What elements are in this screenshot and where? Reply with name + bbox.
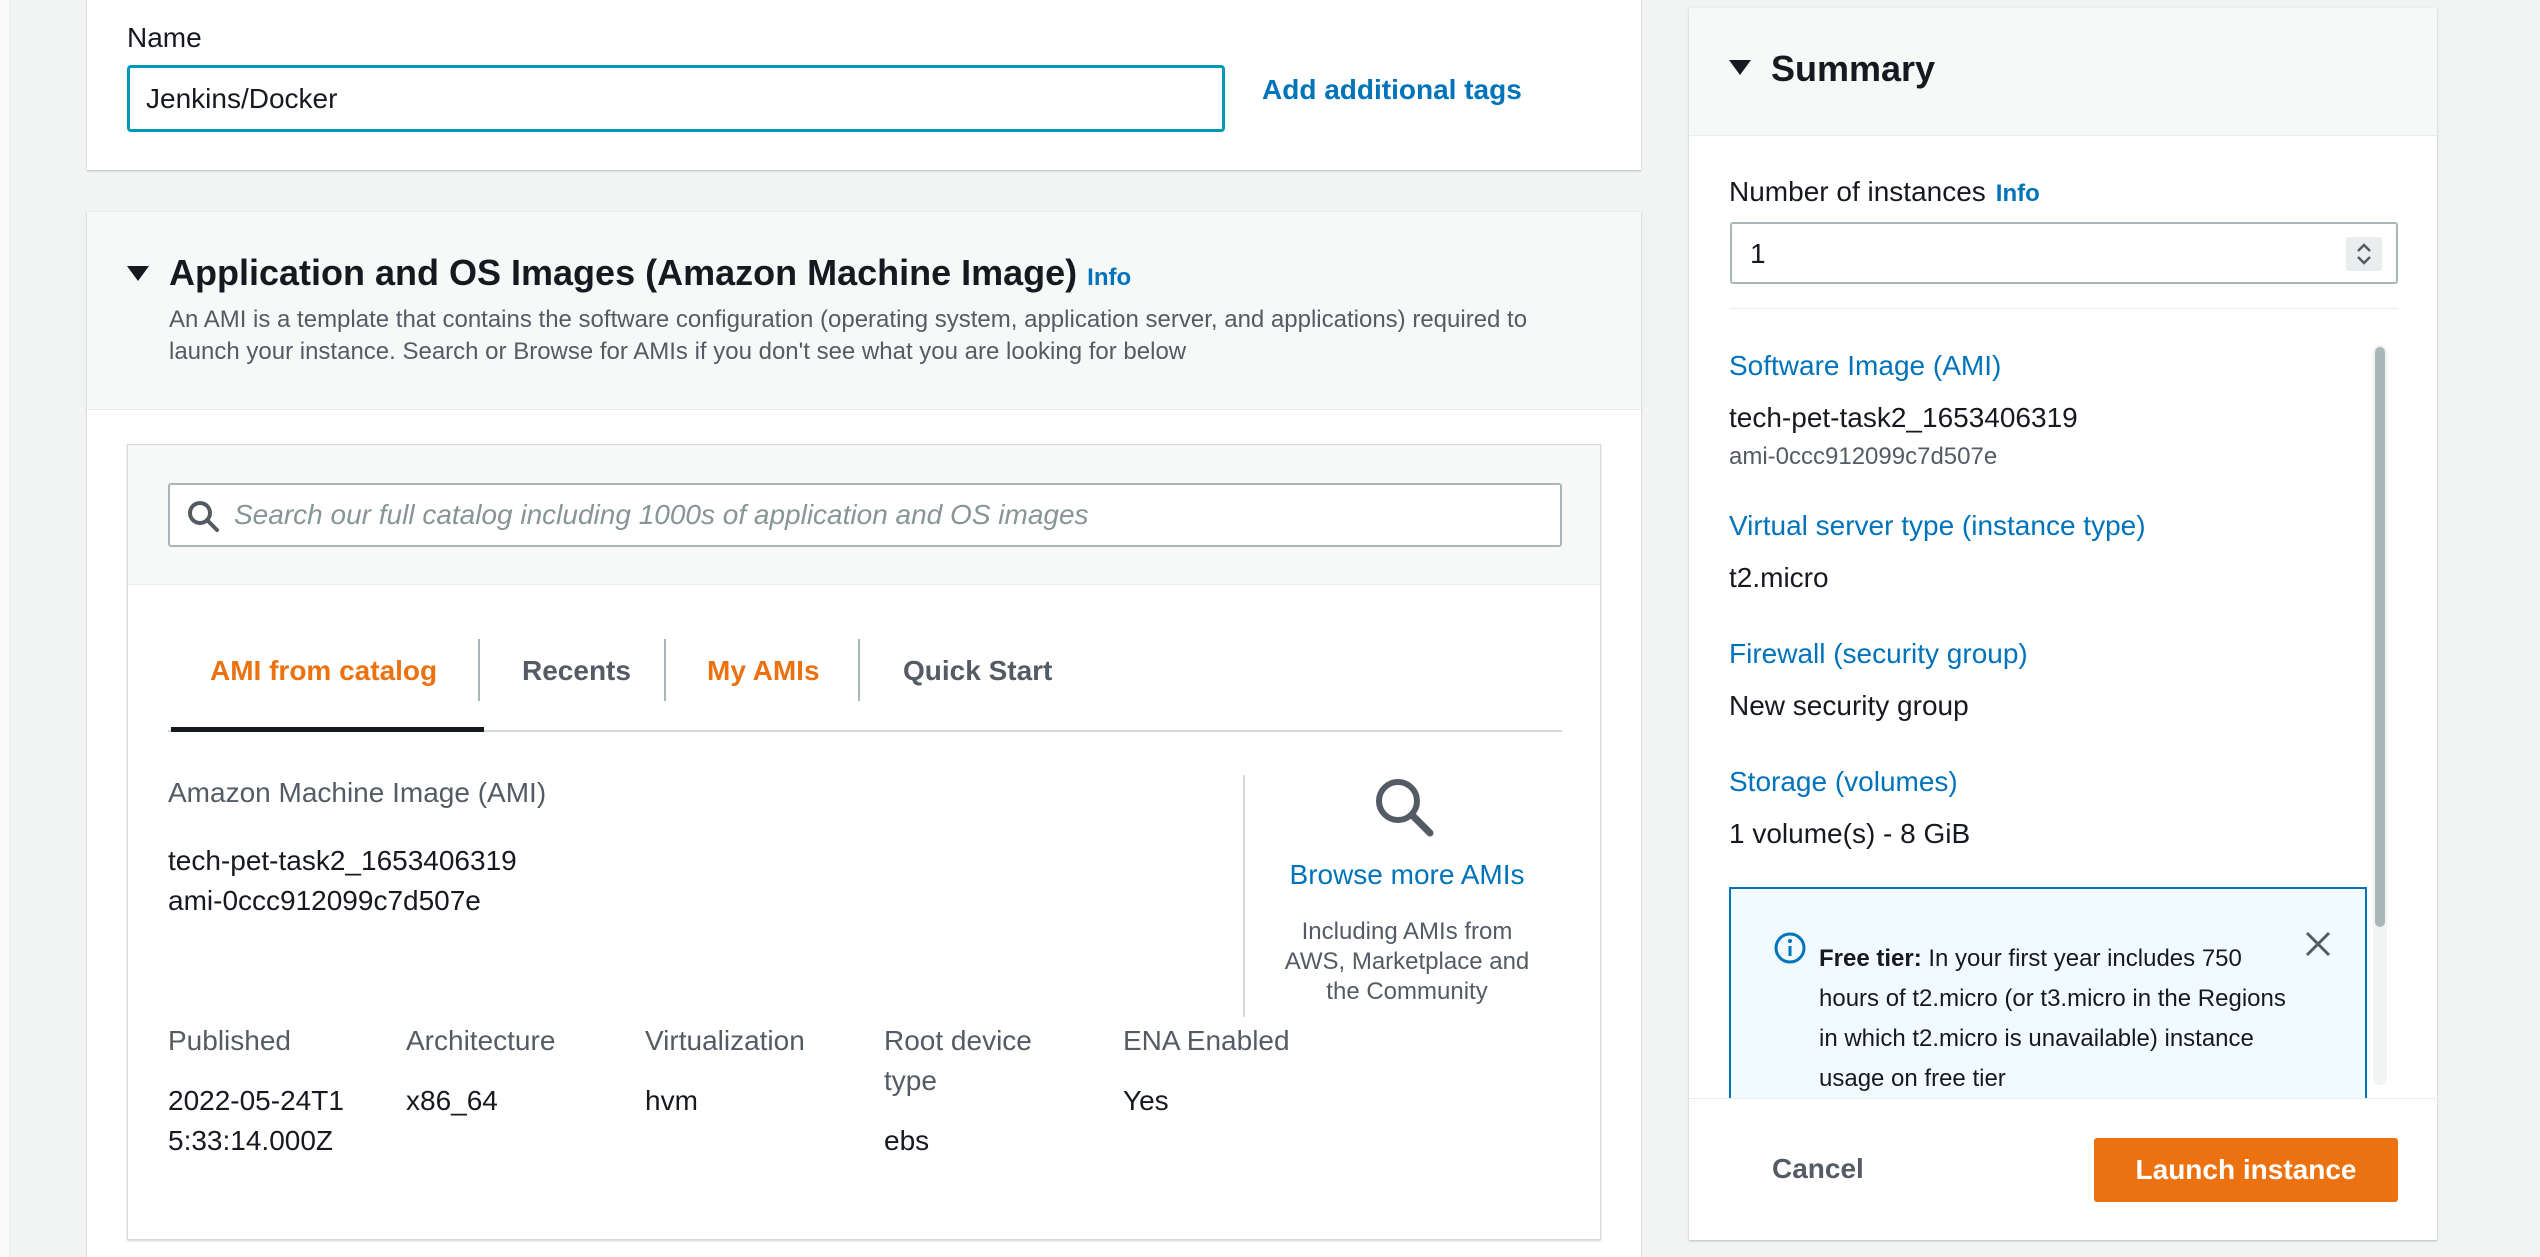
summary-title: Summary bbox=[1771, 48, 1936, 89]
launch-instance-button[interactable]: Launch instance bbox=[2094, 1138, 2398, 1202]
search-strip: Search our full catalog including 1000s … bbox=[128, 445, 1600, 585]
ami-selector-container: Search our full catalog including 1000s … bbox=[127, 444, 1601, 1240]
firewall-value: New security group bbox=[1729, 690, 1969, 721]
summary-header: Summary bbox=[1689, 8, 2437, 136]
instance-type-link[interactable]: Virtual server type (instance type) bbox=[1729, 510, 2146, 542]
architecture-value: x86_64 bbox=[406, 1085, 498, 1116]
root-device-label-line-2: type bbox=[884, 1065, 937, 1096]
magnifier-icon[interactable] bbox=[1372, 775, 1436, 839]
instances-value: 1 bbox=[1750, 238, 1766, 269]
cancel-button[interactable]: Cancel bbox=[1772, 1153, 1864, 1185]
tab-separator bbox=[478, 639, 480, 701]
selected-ami-name: tech-pet-task2_1653406319 bbox=[168, 845, 517, 876]
ami-description-line-1: An AMI is a template that contains the s… bbox=[169, 306, 1528, 333]
chevron-up-down-icon bbox=[2357, 243, 2371, 265]
info-circle-icon bbox=[1774, 932, 1806, 964]
ami-section-title-text: Application and OS Images (Amazon Machin… bbox=[169, 252, 1078, 293]
search-icon bbox=[188, 501, 219, 532]
summary-scrollbar-thumb[interactable] bbox=[2375, 347, 2385, 927]
ami-section-header: Application and OS Images (Amazon Machin… bbox=[87, 212, 1641, 410]
instances-info-link[interactable]: Info bbox=[1996, 180, 2040, 207]
firewall-link[interactable]: Firewall (security group) bbox=[1729, 638, 2028, 670]
tab-my-amis[interactable]: My AMIs bbox=[707, 655, 820, 687]
browse-divider bbox=[1243, 775, 1245, 1017]
virtualization-label: Virtualization bbox=[645, 1025, 805, 1056]
free-tier-title: Free tier: bbox=[1819, 945, 1922, 972]
storage-value: 1 volume(s) - 8 GiB bbox=[1729, 818, 1971, 849]
selected-ami-id: ami-0ccc912099c7d507e bbox=[168, 885, 481, 916]
browse-note-line-1: Including AMIs from bbox=[1301, 918, 1513, 945]
browse-note-line-3: the Community bbox=[1326, 978, 1488, 1005]
ami-panel: Application and OS Images (Amazon Machin… bbox=[87, 212, 1641, 1257]
ena-enabled-label: ENA Enabled bbox=[1123, 1025, 1290, 1056]
architecture-label: Architecture bbox=[406, 1025, 556, 1056]
software-image-link[interactable]: Software Image (AMI) bbox=[1729, 350, 2001, 382]
published-label: Published bbox=[168, 1025, 291, 1056]
instance-type-value: t2.micro bbox=[1729, 562, 1829, 593]
add-additional-tags-link[interactable]: Add additional tags bbox=[1262, 74, 1522, 106]
summary-collapse-caret-icon[interactable] bbox=[1729, 60, 1751, 75]
virtualization-value: hvm bbox=[645, 1085, 698, 1116]
summary-divider bbox=[1730, 308, 2398, 309]
search-placeholder: Search our full catalog including 1000s … bbox=[234, 499, 1089, 530]
number-of-instances-stepper[interactable]: 1 bbox=[1730, 222, 2398, 284]
name-panel: Name Jenkins/Docker Add additional tags bbox=[87, 0, 1641, 170]
root-device-value: ebs bbox=[884, 1125, 930, 1156]
tab-ami-from-catalog[interactable]: AMI from catalog bbox=[210, 655, 437, 687]
close-icon[interactable] bbox=[2303, 929, 2333, 959]
ami-label: Amazon Machine Image (AMI) bbox=[168, 777, 547, 808]
ami-section-title: Application and OS Images (Amazon Machin… bbox=[169, 252, 1131, 294]
free-tier-text: Free tier: In your first year includes 7… bbox=[1819, 939, 2289, 1099]
root-device-label-line-1: Root device bbox=[884, 1025, 1032, 1056]
stepper-arrows[interactable] bbox=[2346, 237, 2382, 271]
tab-separator bbox=[664, 639, 666, 701]
ami-info-link[interactable]: Info bbox=[1087, 264, 1131, 291]
ami-description: An AMI is a template that contains the s… bbox=[169, 304, 1609, 368]
software-image-name: tech-pet-task2_1653406319 bbox=[1729, 402, 2078, 433]
storage-link[interactable]: Storage (volumes) bbox=[1729, 766, 1958, 798]
name-input[interactable]: Jenkins/Docker bbox=[127, 65, 1225, 132]
tab-separator bbox=[858, 639, 860, 701]
number-of-instances-label: Number of instances Info bbox=[1729, 176, 2040, 208]
selected-tab-indicator bbox=[171, 727, 484, 732]
name-label: Name bbox=[127, 22, 202, 53]
ami-search-input[interactable]: Search our full catalog including 1000s … bbox=[168, 483, 1562, 547]
published-value-line-1: 2022-05-24T1 bbox=[168, 1085, 344, 1116]
number-of-instances-label-text: Number of instances bbox=[1729, 176, 1986, 207]
tab-quick-start[interactable]: Quick Start bbox=[903, 655, 1052, 687]
ami-description-line-2: launch your instance. Search or Browse f… bbox=[169, 338, 1187, 365]
browse-more-amis-link[interactable]: Browse more AMIs bbox=[1251, 859, 1563, 891]
browse-note: Including AMIs from AWS, Marketplace and… bbox=[1251, 917, 1563, 1007]
ena-enabled-value: Yes bbox=[1123, 1085, 1169, 1116]
browse-note-line-2: AWS, Marketplace and bbox=[1284, 948, 1530, 975]
tab-recents[interactable]: Recents bbox=[522, 655, 631, 687]
page-left-edge bbox=[0, 0, 10, 1257]
published-value-line-2: 5:33:14.000Z bbox=[168, 1125, 334, 1156]
software-image-id: ami-0ccc912099c7d507e bbox=[1729, 443, 1998, 470]
collapse-caret-icon[interactable] bbox=[127, 266, 149, 281]
